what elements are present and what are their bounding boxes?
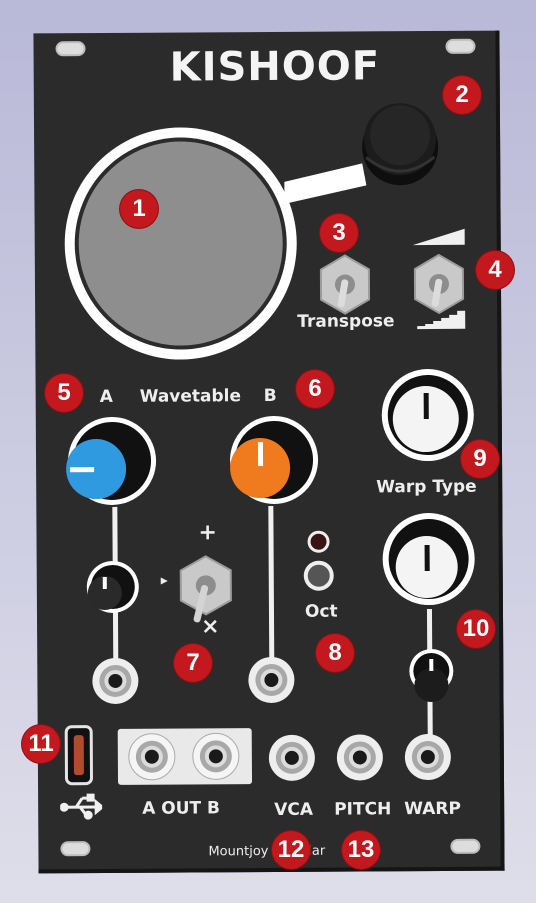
wavetable-b-knob[interactable]: [212, 414, 323, 515]
out-a-jack[interactable]: [128, 733, 176, 781]
warp-amount-knob[interactable]: [370, 511, 481, 612]
callout-3: 3: [320, 214, 358, 252]
octave-led: [303, 530, 334, 591]
attenuator-warp-knob[interactable]: [401, 645, 461, 705]
ramp-icon: [412, 228, 465, 246]
callout-10: 10: [457, 610, 495, 648]
usb-port[interactable]: [64, 725, 94, 786]
a-out-b-label: A OUT B: [142, 798, 221, 819]
usb-icon: [60, 793, 103, 820]
attenuator-a-knob[interactable]: [81, 559, 141, 617]
callout-7: 7: [174, 644, 212, 682]
out-b-jack[interactable]: [192, 732, 240, 780]
cv-input-b-jack[interactable]: [247, 656, 295, 704]
wavetable-b-label: B: [263, 385, 277, 407]
callout-11: 11: [22, 725, 60, 763]
pitch-jack[interactable]: [336, 733, 384, 781]
callout-12: 12: [272, 831, 310, 869]
warp-jack[interactable]: [404, 733, 452, 781]
wavetable-a-knob[interactable]: [50, 415, 161, 516]
callout-5: 5: [45, 374, 83, 412]
callout-2: 2: [443, 76, 481, 114]
callout-1: 1: [120, 190, 158, 228]
switch-arrow-icon: ▸: [160, 572, 168, 589]
round-display[interactable]: [78, 141, 283, 346]
oct-label: Oct: [304, 601, 338, 622]
warp-label: WARP: [404, 798, 461, 820]
callout-6: 6: [296, 370, 334, 408]
callout-13: 13: [342, 831, 380, 869]
encoder-knob[interactable]: [352, 87, 453, 188]
vca-label: VCA: [274, 799, 314, 820]
cv-input-a-jack[interactable]: [91, 657, 139, 705]
warp-type-label: Warp Type: [376, 476, 477, 498]
wavetable-a-label: A: [99, 386, 113, 408]
combine-mode-toggle[interactable]: [177, 552, 235, 630]
callout-8: 8: [316, 634, 354, 672]
pitch-label: PITCH: [334, 799, 392, 820]
module-panel: KISHOOF Transpose A Wavetable B Warp Typ…: [33, 30, 505, 874]
callout-9: 9: [461, 440, 499, 478]
vca-jack[interactable]: [268, 734, 316, 782]
callout-4: 4: [476, 251, 514, 289]
transpose-label: Transpose: [297, 311, 395, 332]
connector-line-b: [268, 505, 275, 667]
stepped-ramp-icon: [413, 310, 466, 330]
wavetable-label: Wavetable: [139, 386, 242, 407]
transpose-toggle[interactable]: [317, 253, 373, 319]
switch-plus-label: +: [198, 520, 218, 546]
